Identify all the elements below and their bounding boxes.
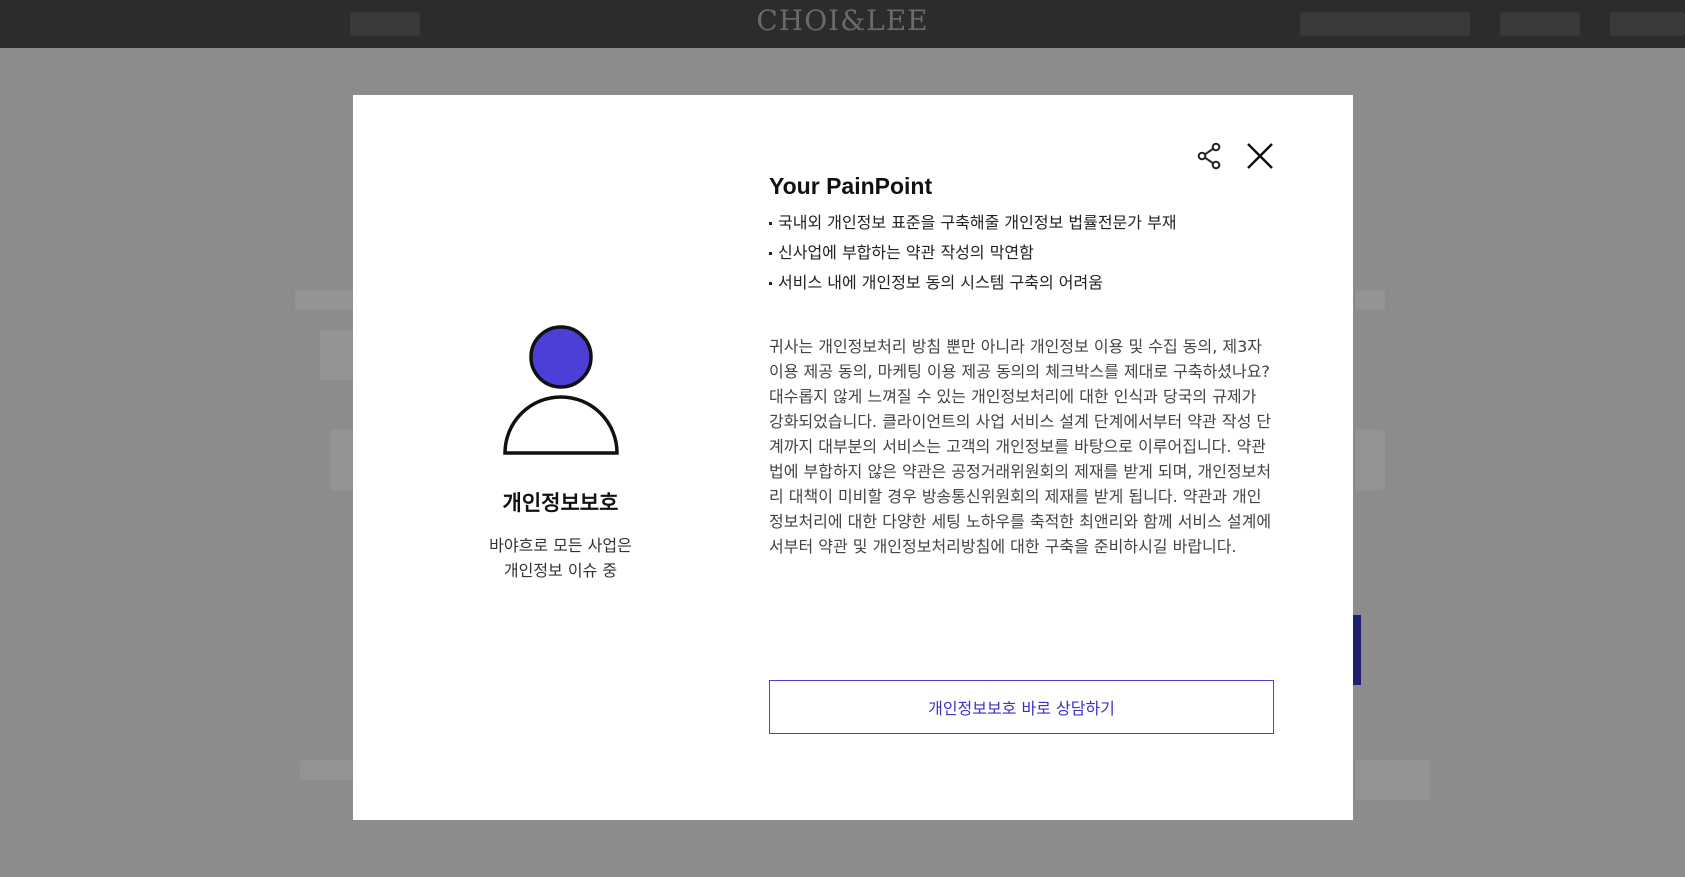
- painpoint-section: Your PainPoint 국내외 개인정보 표준을 구축해줄 개인정보 법률…: [769, 173, 1274, 559]
- bg-text-block: [1355, 760, 1430, 800]
- painpoint-list: 국내외 개인정보 표준을 구축해줄 개인정보 법률전문가 부재 신사업에 부합하…: [769, 208, 1274, 298]
- painpoint-item: 신사업에 부합하는 약관 작성의 막연함: [769, 238, 1274, 268]
- close-icon[interactable]: [1245, 141, 1275, 171]
- consult-button[interactable]: 개인정보보호 바로 상담하기: [769, 680, 1274, 734]
- bg-card: [1355, 430, 1385, 490]
- painpoint-description: 귀사는 개인정보처리 방침 뿐만 아니라 개인정보 이용 및 수집 동의, 제3…: [769, 337, 1272, 556]
- bg-dark-block: [1353, 615, 1361, 685]
- painpoint-item: 서비스 내에 개인정보 동의 시스템 구축의 어려움: [769, 268, 1274, 298]
- service-subtitle: 바야흐로 모든 사업은 개인정보 이슈 중: [433, 533, 688, 583]
- share-icon[interactable]: [1195, 141, 1225, 171]
- nav-placeholder: [1300, 12, 1470, 36]
- top-navigation-bar: CHOI&LEE: [0, 0, 1685, 48]
- person-icon: [502, 325, 619, 455]
- bg-text-block: [300, 760, 355, 780]
- service-subtitle-line: 바야흐로 모든 사업은: [489, 536, 632, 555]
- painpoint-title: Your PainPoint: [769, 173, 933, 199]
- nav-placeholder: [1500, 12, 1580, 36]
- painpoint-item: 국내외 개인정보 표준을 구축해줄 개인정보 법률전문가 부재: [769, 208, 1274, 238]
- service-detail-modal: 개인정보보호 바야흐로 모든 사업은 개인정보 이슈 중 Your PainPo…: [353, 95, 1353, 820]
- service-title: 개인정보보호: [502, 491, 619, 515]
- service-summary: 개인정보보호 바야흐로 모든 사업은 개인정보 이슈 중: [433, 325, 688, 583]
- modal-actions: [1195, 141, 1275, 171]
- bg-text-block: [295, 290, 355, 310]
- bg-text-block: [1355, 290, 1385, 310]
- nav-placeholder: [1610, 12, 1685, 36]
- service-subtitle-line: 개인정보 이슈 중: [503, 561, 618, 580]
